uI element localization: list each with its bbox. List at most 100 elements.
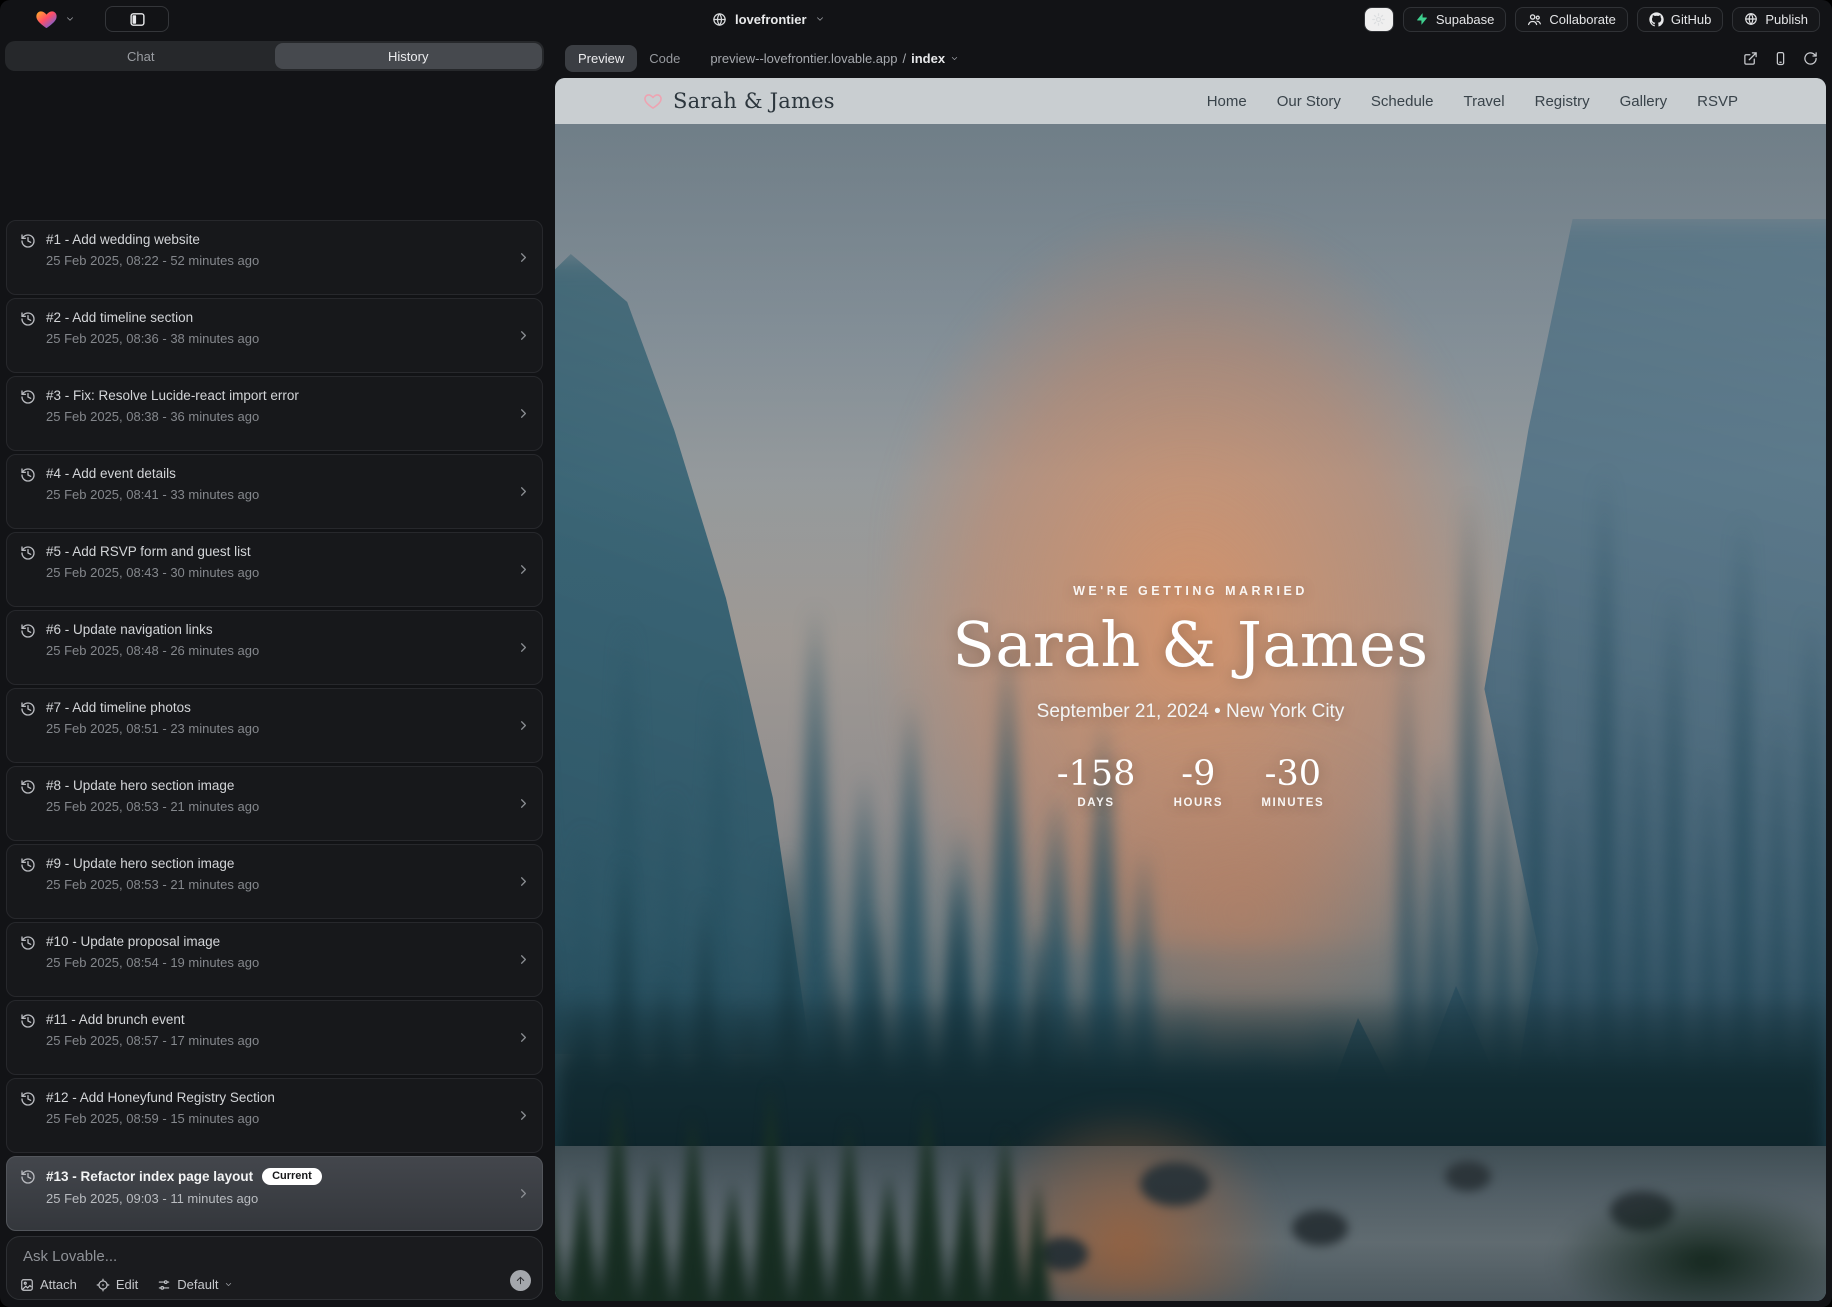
history-item-meta: 25 Feb 2025, 09:03 - 11 minutes ago bbox=[46, 1191, 322, 1206]
attach-label: Attach bbox=[40, 1277, 77, 1292]
countdown-value: -158 bbox=[1057, 757, 1136, 792]
countdown-label: DAYS bbox=[1057, 797, 1136, 809]
site-nav-link[interactable]: RSVP bbox=[1697, 93, 1738, 110]
chevron-right-icon bbox=[516, 562, 531, 577]
mode-label: Default bbox=[177, 1277, 218, 1292]
publish-button[interactable]: Publish bbox=[1732, 7, 1820, 32]
open-external-button[interactable] bbox=[1743, 51, 1758, 66]
history-item-title: #2 - Add timeline section bbox=[46, 310, 193, 325]
history-item-meta: 25 Feb 2025, 08:41 - 33 minutes ago bbox=[46, 487, 259, 502]
sidebar-toggle-button[interactable] bbox=[105, 6, 169, 32]
app-window: { "topbar": { "project": "lovefrontier",… bbox=[0, 0, 1832, 1307]
history-item-title: #13 - Refactor index page layout bbox=[46, 1169, 253, 1184]
history-item-title: #5 - Add RSVP form and guest list bbox=[46, 544, 251, 559]
sidebar-tab[interactable]: History bbox=[275, 43, 543, 69]
collaborate-button[interactable]: Collaborate bbox=[1515, 7, 1628, 32]
sidebar-tabs: Chat History bbox=[5, 41, 544, 71]
refresh-button[interactable] bbox=[1803, 51, 1818, 66]
hero-subtitle: September 21, 2024 • New York City bbox=[555, 701, 1826, 723]
history-item[interactable]: #8 - Update hero section image 25 Feb 20… bbox=[6, 766, 543, 841]
sidebar-tab[interactable]: Chat bbox=[7, 43, 275, 69]
lovable-heart-icon bbox=[34, 8, 59, 31]
history-item[interactable]: #2 - Add timeline section 25 Feb 2025, 0… bbox=[6, 298, 543, 373]
site-nav-link[interactable]: Travel bbox=[1463, 93, 1504, 110]
supabase-button[interactable]: Supabase bbox=[1403, 7, 1507, 32]
history-item-meta: 25 Feb 2025, 08:48 - 26 minutes ago bbox=[46, 643, 259, 658]
countdown-value: -30 bbox=[1261, 757, 1324, 792]
current-badge: Current bbox=[262, 1168, 322, 1185]
sidebar-tab-label: Chat bbox=[127, 49, 154, 64]
mobile-view-button[interactable] bbox=[1773, 51, 1788, 66]
history-item[interactable]: #11 - Add brunch event 25 Feb 2025, 08:5… bbox=[6, 1000, 543, 1075]
phone-icon bbox=[1773, 51, 1788, 66]
site-nav-link[interactable]: Schedule bbox=[1371, 93, 1434, 110]
history-item-meta: 25 Feb 2025, 08:43 - 30 minutes ago bbox=[46, 565, 259, 580]
site-nav-link[interactable]: Registry bbox=[1535, 93, 1590, 110]
send-button[interactable] bbox=[510, 1270, 531, 1291]
tab-preview[interactable]: Preview bbox=[565, 45, 637, 72]
chevron-right-icon bbox=[516, 718, 531, 733]
history-icon bbox=[20, 1169, 36, 1185]
history-item-meta: 25 Feb 2025, 08:38 - 36 minutes ago bbox=[46, 409, 299, 424]
url-separator: / bbox=[902, 51, 906, 66]
prompt-composer: Attach Edit Default bbox=[6, 1236, 543, 1300]
history-item[interactable]: #9 - Update hero section image 25 Feb 20… bbox=[6, 844, 543, 919]
hero-eyebrow: WE'RE GETTING MARRIED bbox=[555, 584, 1826, 598]
history-icon bbox=[20, 467, 36, 483]
history-item-title: #10 - Update proposal image bbox=[46, 934, 220, 949]
chevron-right-icon bbox=[516, 250, 531, 265]
top-bar: lovefrontier Supabase bbox=[0, 0, 1832, 38]
history-icon bbox=[20, 935, 36, 951]
heart-icon bbox=[643, 92, 663, 111]
site-brand[interactable]: Sarah & James bbox=[643, 89, 835, 113]
crosshair-icon bbox=[96, 1278, 110, 1292]
history-item[interactable]: #13 - Refactor index page layout Current… bbox=[6, 1156, 543, 1231]
collaborate-label: Collaborate bbox=[1549, 12, 1616, 27]
history-item[interactable]: #4 - Add event details 25 Feb 2025, 08:4… bbox=[6, 454, 543, 529]
edit-button[interactable]: Edit bbox=[96, 1277, 138, 1292]
history-item[interactable]: #5 - Add RSVP form and guest list 25 Feb… bbox=[6, 532, 543, 607]
url-breadcrumb[interactable]: preview--lovefrontier.lovable.app / inde… bbox=[710, 51, 959, 66]
history-item-meta: 25 Feb 2025, 08:53 - 21 minutes ago bbox=[46, 877, 259, 892]
history-item[interactable]: #6 - Update navigation links 25 Feb 2025… bbox=[6, 610, 543, 685]
project-name: lovefrontier bbox=[735, 12, 807, 27]
history-item-title: #6 - Update navigation links bbox=[46, 622, 213, 637]
site-nav-link[interactable]: Our Story bbox=[1277, 93, 1341, 110]
settings-button[interactable] bbox=[1364, 7, 1394, 32]
history-item-meta: 25 Feb 2025, 08:51 - 23 minutes ago bbox=[46, 721, 259, 736]
countdown-item: -158 DAYS bbox=[1057, 757, 1136, 809]
history-icon bbox=[20, 545, 36, 561]
history-item[interactable]: #1 - Add wedding website 25 Feb 2025, 08… bbox=[6, 220, 543, 295]
site-nav: Home Our Story Schedule Travel Registry … bbox=[1207, 93, 1738, 110]
site-nav-link[interactable]: Home bbox=[1207, 93, 1247, 110]
history-item-title: #8 - Update hero section image bbox=[46, 778, 234, 793]
sliders-icon bbox=[157, 1278, 171, 1292]
history-item-meta: 25 Feb 2025, 08:36 - 38 minutes ago bbox=[46, 331, 259, 346]
github-button[interactable]: GitHub bbox=[1637, 7, 1723, 32]
history-item-title: #4 - Add event details bbox=[46, 466, 176, 481]
edit-label: Edit bbox=[116, 1277, 138, 1292]
url-page: index bbox=[911, 51, 945, 66]
chevron-right-icon bbox=[516, 484, 531, 499]
mode-select-button[interactable]: Default bbox=[157, 1277, 233, 1292]
history-item[interactable]: #10 - Update proposal image 25 Feb 2025,… bbox=[6, 922, 543, 997]
history-item-title: #11 - Add brunch event bbox=[46, 1012, 185, 1027]
lovable-logo-menu[interactable] bbox=[34, 8, 75, 31]
history-item-title: #3 - Fix: Resolve Lucide-react import er… bbox=[46, 388, 299, 403]
site-header: Sarah & James Home Our Story Schedule Tr… bbox=[555, 78, 1826, 124]
hero-content: WE'RE GETTING MARRIED Sarah & James Sept… bbox=[555, 584, 1826, 809]
history-item[interactable]: #12 - Add Honeyfund Registry Section 25 … bbox=[6, 1078, 543, 1153]
tab-code[interactable]: Code bbox=[637, 45, 692, 72]
attach-button[interactable]: Attach bbox=[20, 1277, 77, 1292]
history-icon bbox=[20, 1091, 36, 1107]
history-item[interactable]: #3 - Fix: Resolve Lucide-react import er… bbox=[6, 376, 543, 451]
history-icon bbox=[20, 701, 36, 717]
history-item[interactable]: #7 - Add timeline photos 25 Feb 2025, 08… bbox=[6, 688, 543, 763]
prompt-input[interactable] bbox=[21, 1247, 528, 1266]
countdown: -158 DAYS -9 HOURS -30 MINUTES bbox=[555, 757, 1826, 809]
history-icon bbox=[20, 623, 36, 639]
image-icon bbox=[20, 1278, 34, 1292]
project-menu[interactable]: lovefrontier bbox=[712, 0, 825, 38]
site-nav-link[interactable]: Gallery bbox=[1620, 93, 1668, 110]
countdown-label: HOURS bbox=[1169, 797, 1227, 809]
